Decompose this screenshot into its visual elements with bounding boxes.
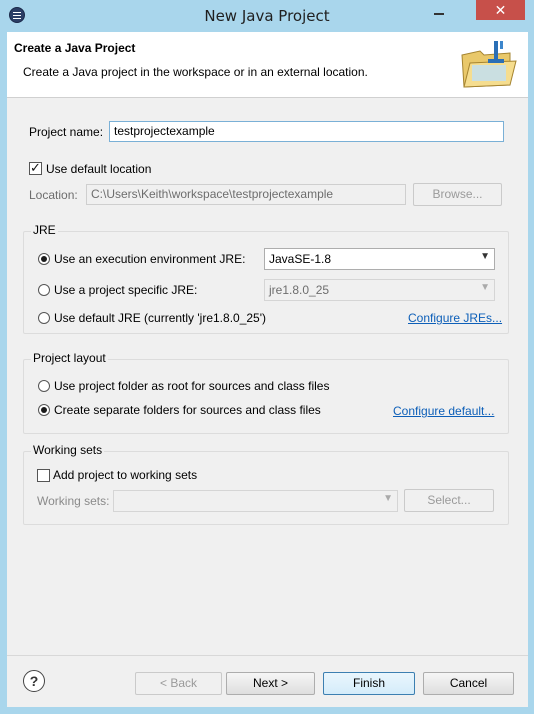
default-jre-label[interactable]: Use default JRE (currently 'jre1.8.0_25'…: [54, 311, 266, 325]
separate-folders-radio[interactable]: [38, 404, 50, 416]
chevron-down-icon: ▼: [480, 251, 490, 262]
project-folder-root-radio[interactable]: [38, 380, 50, 392]
help-icon[interactable]: ?: [23, 670, 45, 692]
execution-environment-select[interactable]: JavaSE-1.8 ▼: [264, 248, 495, 270]
chevron-down-icon: ▼: [480, 282, 490, 293]
select-working-sets-button[interactable]: Select...: [404, 489, 494, 512]
project-name-field[interactable]: testprojectexample: [109, 121, 504, 142]
execution-environment-radio[interactable]: [38, 253, 50, 265]
page-description: Create a Java project in the workspace o…: [23, 65, 368, 79]
project-specific-jre-select[interactable]: jre1.8.0_25 ▼: [264, 279, 495, 301]
project-folder-root-label[interactable]: Use project folder as root for sources a…: [54, 379, 329, 393]
configure-default-link[interactable]: Configure default...: [393, 404, 494, 418]
footer-divider: [7, 655, 528, 656]
working-sets-select[interactable]: ▼: [113, 490, 398, 512]
execution-environment-label[interactable]: Use an execution environment JRE:: [54, 252, 245, 266]
project-specific-jre-label[interactable]: Use a project specific JRE:: [54, 283, 197, 297]
add-to-working-sets-checkbox[interactable]: [37, 469, 50, 482]
back-button[interactable]: < Back: [135, 672, 222, 695]
page-title: Create a Java Project: [14, 41, 136, 55]
wizard-banner: Create a Java Project Create a Java proj…: [7, 32, 528, 98]
finish-button[interactable]: Finish: [323, 672, 415, 695]
configure-jres-link[interactable]: Configure JREs...: [408, 311, 502, 325]
project-specific-jre-radio[interactable]: [38, 284, 50, 296]
minimize-icon[interactable]: [430, 5, 450, 19]
working-sets-group: [23, 451, 509, 525]
execution-environment-value: JavaSE-1.8: [269, 252, 332, 266]
cancel-button[interactable]: Cancel: [423, 672, 514, 695]
chevron-down-icon: ▼: [383, 493, 393, 504]
project-layout-group: [23, 359, 509, 434]
project-name-label: Project name:: [29, 125, 104, 139]
location-label: Location:: [29, 188, 78, 202]
location-field[interactable]: C:\Users\Keith\workspace\testprojectexam…: [86, 184, 406, 205]
title-bar[interactable]: New Java Project ✕: [0, 0, 534, 32]
working-sets-label: Working sets:: [37, 494, 110, 508]
use-default-location-label[interactable]: Use default location: [46, 162, 151, 176]
window-title: New Java Project: [204, 7, 330, 25]
project-specific-jre-value: jre1.8.0_25: [269, 283, 330, 297]
new-java-project-folder-icon: [461, 41, 517, 88]
project-layout-group-label: Project layout: [31, 351, 108, 365]
add-to-working-sets-label[interactable]: Add project to working sets: [53, 468, 197, 482]
working-sets-group-label: Working sets: [31, 443, 105, 457]
browse-button[interactable]: Browse...: [413, 183, 502, 206]
dialog-window: New Java Project ✕ Create a Java Project…: [0, 0, 534, 714]
separate-folders-label[interactable]: Create separate folders for sources and …: [54, 403, 321, 417]
default-jre-radio[interactable]: [38, 312, 50, 324]
dialog-client: Create a Java Project Create a Java proj…: [7, 32, 528, 707]
jre-group-label: JRE: [31, 223, 58, 237]
use-default-location-checkbox[interactable]: [29, 160, 42, 176]
next-button[interactable]: Next >: [226, 672, 315, 695]
close-button[interactable]: ✕: [476, 0, 525, 20]
